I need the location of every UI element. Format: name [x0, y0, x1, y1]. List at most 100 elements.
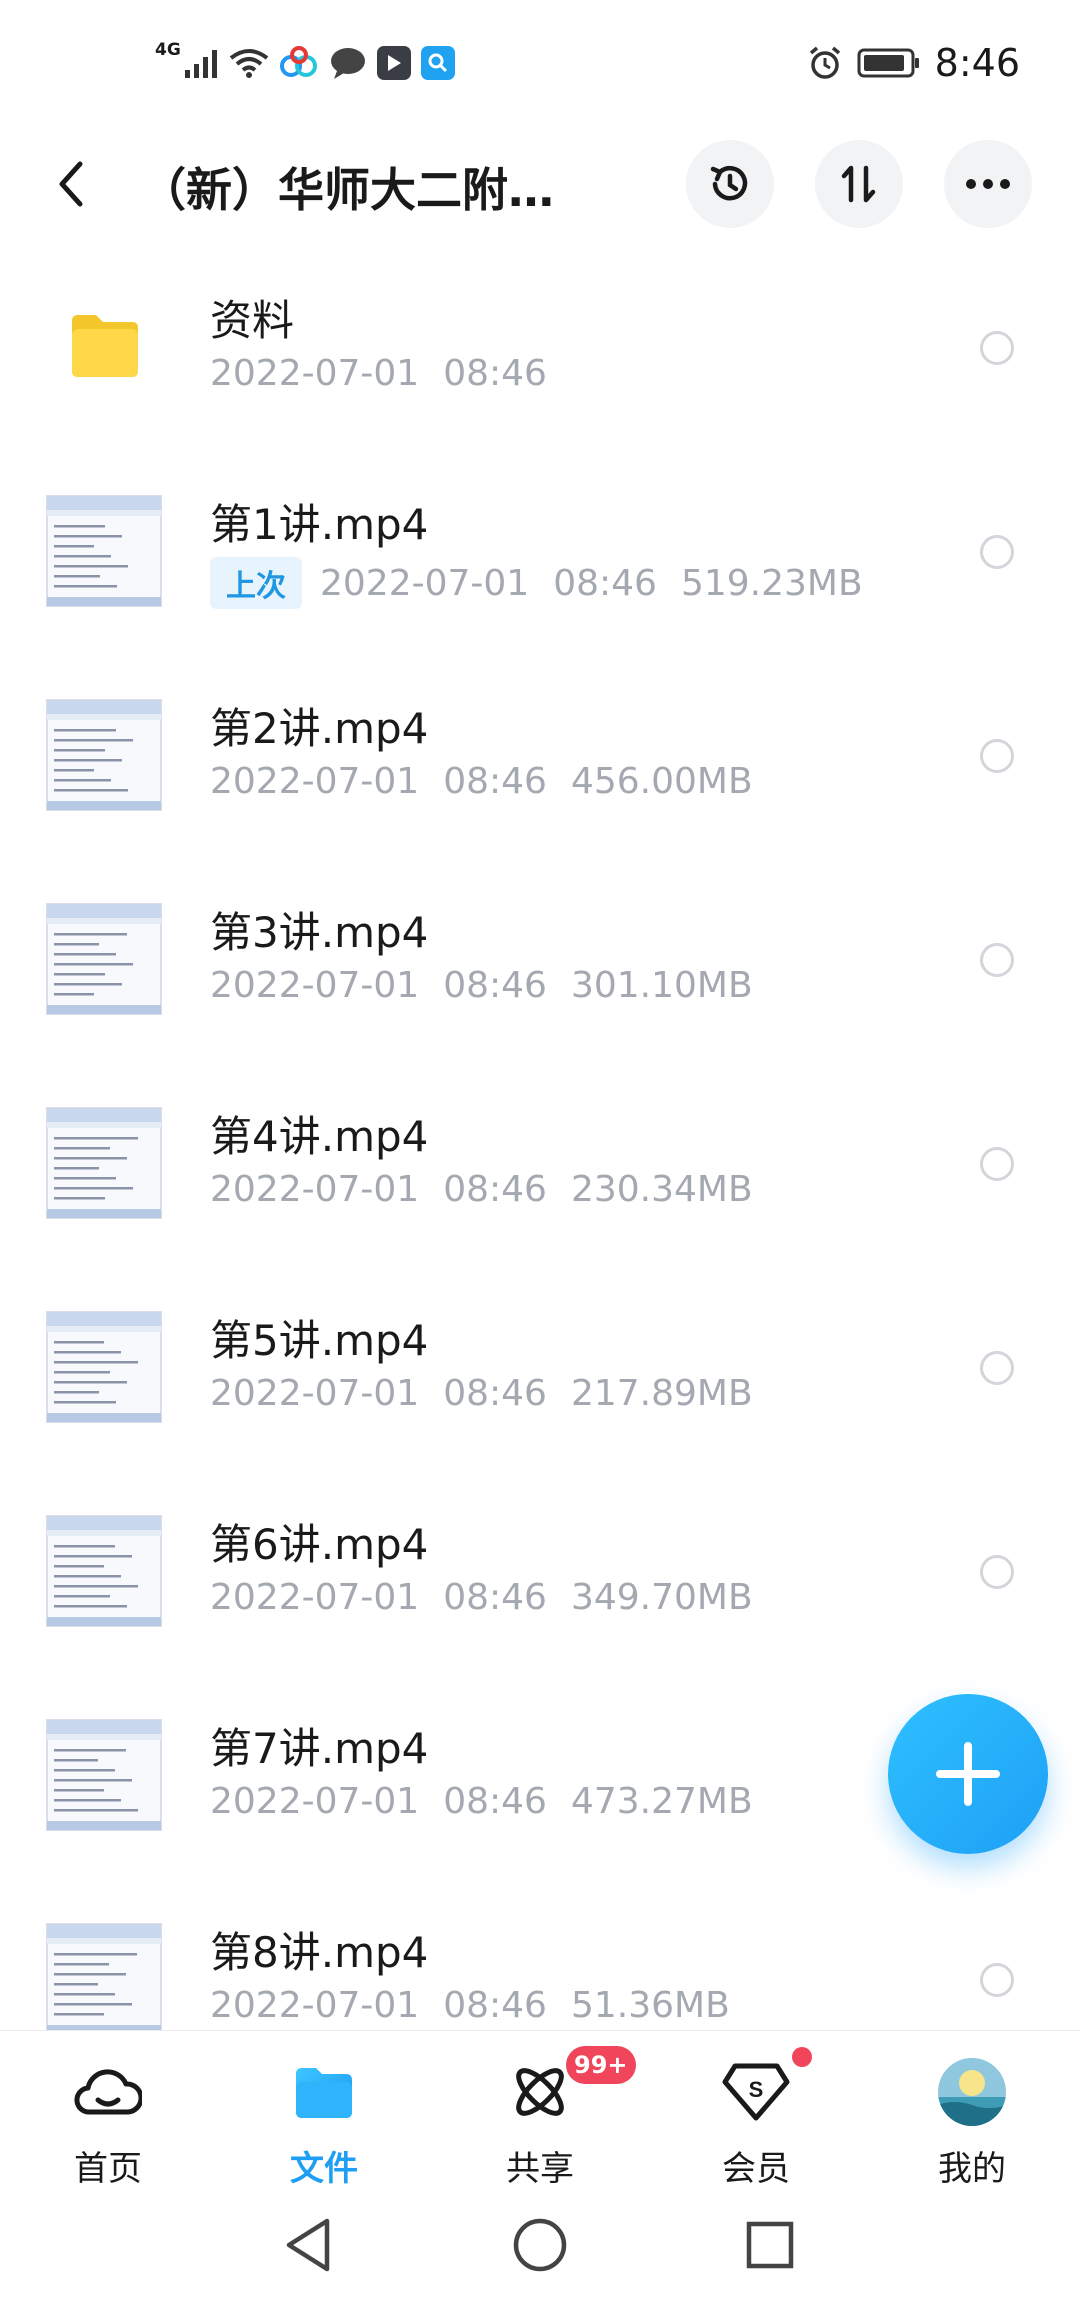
last-played-tag: 上次	[210, 557, 302, 609]
file-name: 第2讲.mp4	[210, 704, 429, 753]
file-row[interactable]: 第8讲.mp4 2022-07-01 08:46 51.36MB	[0, 1877, 1080, 2030]
file-name: 第8讲.mp4	[210, 1928, 429, 1977]
clock: 8:46	[934, 41, 1020, 85]
file-size: 519.23MB	[680, 562, 863, 604]
tab-files[interactable]: 文件	[216, 2031, 432, 2189]
file-size: 349.70MB	[570, 1577, 753, 1618]
file-name: 第5讲.mp4	[210, 1316, 429, 1365]
bottom-nav: 首页 文件 共享 S 会员 我的	[0, 2030, 1080, 2189]
video-thumbnail	[46, 1923, 162, 2030]
file-time: 08:46	[443, 1781, 547, 1822]
file-date: 2022-07-01	[210, 1985, 420, 2026]
file-row[interactable]: 第3讲.mp4 2022-07-01 08:46 301.10MB	[0, 857, 1080, 1061]
file-size: 217.89MB	[570, 1373, 753, 1414]
tab-me[interactable]: 我的	[864, 2031, 1080, 2189]
file-meta: 2022-07-01 08:46 230.34MB	[210, 1169, 753, 1210]
file-time: 08:46	[443, 965, 547, 1006]
history-button[interactable]	[686, 140, 774, 228]
file-date: 2022-07-01	[210, 1169, 420, 1210]
sort-button[interactable]	[815, 140, 903, 228]
plus-icon	[936, 1742, 1000, 1806]
select-radio[interactable]	[980, 943, 1014, 977]
alarm-icon	[809, 46, 840, 79]
file-row[interactable]: 第4讲.mp4 2022-07-01 08:46 230.34MB	[0, 1061, 1080, 1265]
status-left: 4G	[155, 38, 455, 88]
file-date: 2022-07-01	[320, 562, 530, 604]
file-row[interactable]: 第2讲.mp4 2022-07-01 08:46 456.00MB	[0, 653, 1080, 857]
file-time: 08:46	[443, 1577, 547, 1618]
back-icon	[59, 161, 83, 207]
file-time: 08:46	[443, 761, 547, 802]
file-row[interactable]: 资料 2022-07-01 08:46	[0, 245, 1080, 449]
system-nav-bar	[0, 2180, 1080, 2310]
select-radio[interactable]	[980, 1555, 1014, 1589]
file-row[interactable]: 第6讲.mp4 2022-07-01 08:46 349.70MB	[0, 1469, 1080, 1673]
folder-icon	[289, 2057, 359, 2127]
file-name: 资料	[210, 296, 295, 345]
select-radio[interactable]	[980, 535, 1014, 569]
file-name: 第4讲.mp4	[210, 1112, 429, 1161]
file-date: 2022-07-01	[210, 1781, 420, 1822]
vip-diamond-icon: S	[721, 2057, 791, 2127]
file-name: 第3讲.mp4	[210, 908, 429, 957]
file-time: 08:46	[443, 1985, 547, 2026]
app-header: （新）华师大二附…	[0, 124, 1080, 244]
system-recents-button[interactable]	[735, 2210, 805, 2280]
file-time: 08:46	[443, 1373, 547, 1414]
square-recents-icon	[746, 2221, 794, 2269]
page-title: （新）华师大二附…	[140, 163, 554, 217]
add-button[interactable]	[888, 1694, 1048, 1854]
message-icon	[330, 48, 365, 79]
file-size: 301.10MB	[570, 965, 753, 1006]
select-radio[interactable]	[980, 331, 1014, 365]
file-meta: 2022-07-01 08:46 301.10MB	[210, 965, 753, 1006]
file-meta: 2022-07-01 08:46 456.00MB	[210, 761, 753, 802]
video-thumbnail	[46, 1515, 162, 1627]
file-date: 2022-07-01	[210, 761, 420, 802]
system-back-button[interactable]	[273, 2210, 343, 2280]
select-radio[interactable]	[980, 739, 1014, 773]
file-name: 第7讲.mp4	[210, 1724, 429, 1773]
back-button[interactable]	[40, 144, 100, 224]
file-date: 2022-07-01	[210, 353, 420, 394]
wifi-icon	[229, 49, 269, 78]
video-thumbnail	[46, 1107, 162, 1219]
file-date: 2022-07-01	[210, 965, 420, 1006]
file-time: 08:46	[443, 353, 547, 394]
video-app-icon	[376, 46, 411, 80]
tab-home[interactable]: 首页	[0, 2031, 216, 2189]
tab-vip[interactable]: S 会员	[648, 2031, 864, 2189]
triangle-back-icon	[286, 2218, 330, 2272]
share-badge: 99+	[566, 2046, 636, 2084]
status-bar: 4G 8:46	[0, 0, 1080, 124]
avatar-icon	[937, 2057, 1007, 2127]
file-size: 230.34MB	[570, 1169, 753, 1210]
signal-icon	[184, 50, 217, 78]
file-date: 2022-07-01	[210, 1577, 420, 1618]
video-thumbnail	[46, 699, 162, 811]
file-meta: 2022-07-01 08:46 349.70MB	[210, 1577, 753, 1618]
file-row[interactable]: 第5讲.mp4 2022-07-01 08:46 217.89MB	[0, 1265, 1080, 1469]
more-icon	[966, 179, 1010, 189]
system-home-button[interactable]	[505, 2210, 575, 2280]
file-size: 456.00MB	[570, 761, 753, 802]
vip-notification-dot	[792, 2047, 812, 2067]
file-meta: 2022-07-01 08:46	[210, 353, 547, 394]
file-row[interactable]: 第1讲.mp4 上次 2022-07-01 08:46 519.23MB	[0, 449, 1080, 653]
video-thumbnail	[46, 1311, 162, 1423]
file-meta: 2022-07-01 08:46 51.36MB	[210, 1985, 730, 2026]
more-button[interactable]	[944, 140, 1032, 228]
select-radio[interactable]	[980, 1147, 1014, 1181]
cloud-home-icon	[73, 2057, 143, 2127]
video-thumbnail	[46, 903, 162, 1015]
select-radio[interactable]	[980, 1351, 1014, 1385]
file-meta: 2022-07-01 08:46 473.27MB	[210, 1781, 753, 1822]
file-meta: 2022-07-01 08:46 217.89MB	[210, 1373, 753, 1414]
folder-icon	[46, 291, 162, 403]
sort-icon	[841, 165, 876, 203]
battery-icon	[857, 48, 919, 78]
select-radio[interactable]	[980, 1963, 1014, 1997]
file-time: 08:46	[553, 562, 657, 604]
video-thumbnail	[46, 495, 162, 607]
status-right: 8:46	[807, 38, 1020, 88]
